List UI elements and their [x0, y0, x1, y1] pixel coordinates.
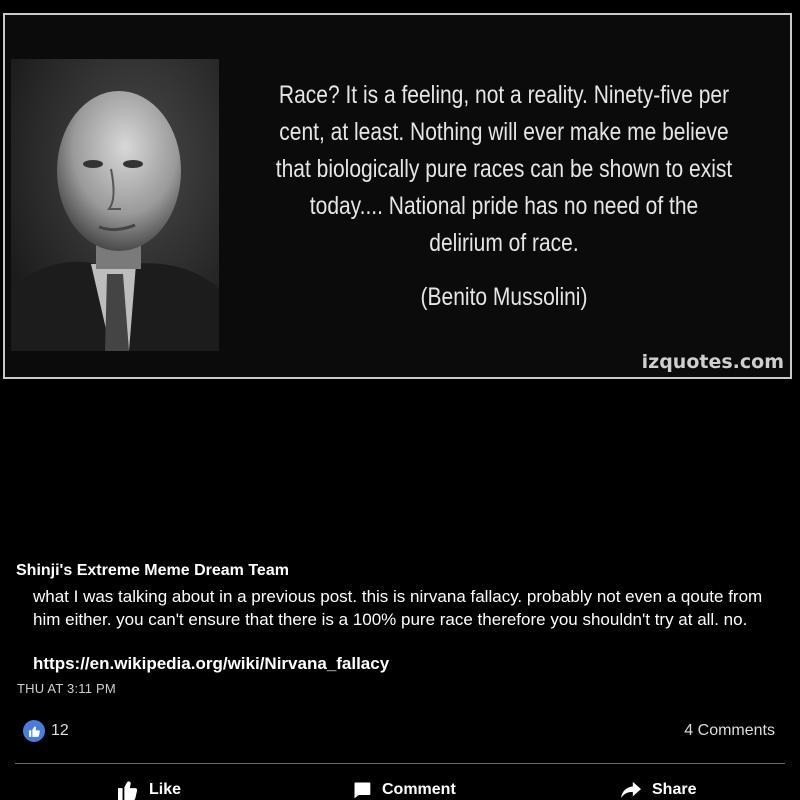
comment-button[interactable]: Comment: [352, 780, 456, 800]
watermark: izquotes.com: [641, 351, 784, 373]
post-author[interactable]: Shinji's Extreme Meme Dream Team: [16, 562, 289, 580]
reaction-count: 12: [51, 722, 69, 739]
portrait-photo: [11, 59, 219, 351]
share-label: Share: [652, 781, 697, 798]
comment-icon: [352, 780, 372, 800]
comments-count[interactable]: 4 Comments: [684, 722, 775, 740]
reactions-summary[interactable]: 12: [23, 720, 69, 742]
share-icon: [620, 780, 642, 800]
post-timestamp: THU AT 3:11 PM: [17, 681, 116, 696]
post-body: what I was talking about in a previous p…: [33, 587, 763, 629]
like-label: Like: [149, 781, 182, 798]
quote-image[interactable]: Race? It is a feeling, not a reality. Ni…: [3, 13, 792, 379]
thumbs-up-icon: [117, 780, 139, 800]
comment-label: Comment: [382, 781, 456, 798]
thumbs-up-icon: [23, 720, 45, 742]
quote-author: (Benito Mussolini): [420, 283, 588, 311]
divider: [15, 763, 785, 764]
share-button[interactable]: Share: [620, 780, 696, 800]
quote-text: Race? It is a feeling, not a reality. Ni…: [275, 81, 733, 257]
post-link[interactable]: https://en.wikipedia.org/wiki/Nirvana_fa…: [33, 654, 389, 674]
like-button[interactable]: Like: [117, 780, 181, 800]
